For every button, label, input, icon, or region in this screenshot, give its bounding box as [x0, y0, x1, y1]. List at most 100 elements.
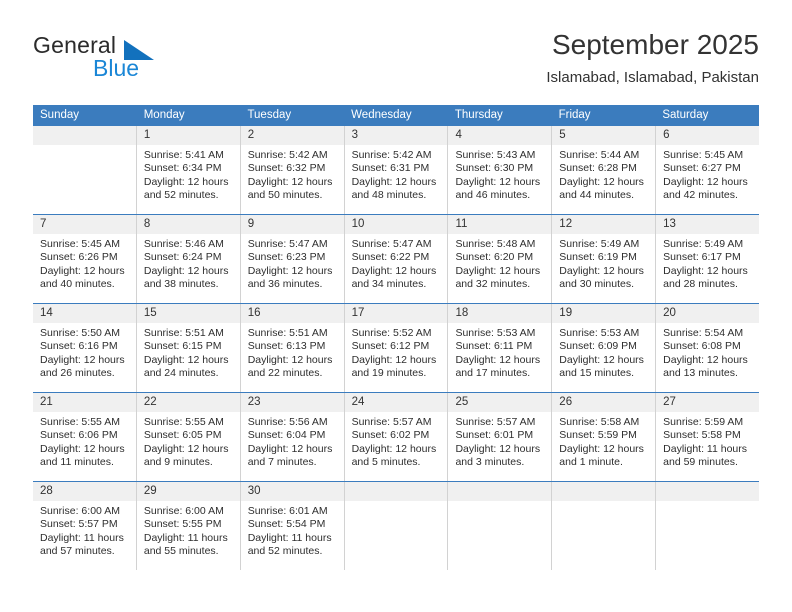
- sunset-text: Sunset: 5:55 PM: [143, 518, 222, 531]
- sunrise-text: Sunrise: 5:49 AM: [663, 238, 744, 250]
- calendar-day-cell[interactable]: 6 Sunrise: 5:45 AM Sunset: 6:27 PM Daylight…: [655, 126, 760, 214]
- sunset-text: Sunset: 6:28 PM: [559, 162, 637, 175]
- daylight-text-line1: Daylight: 12 hours: [351, 353, 437, 366]
- daylight-text-line2: and 22 minutes.: [247, 367, 323, 380]
- weekday-header-friday: Friday: [558, 109, 591, 121]
- calendar-day-cell[interactable]: 24 Sunrise: 5:57 AM Sunset: 6:02 PM Dayligh…: [343, 393, 448, 481]
- calendar-day-cell[interactable]: 17 Sunrise: 5:52 AM Sunset: 6:12 PM Dayligh…: [343, 304, 448, 392]
- daylight-text-line1: Daylight: 12 hours: [143, 264, 229, 277]
- day-number: 9: [240, 215, 344, 234]
- day-number: 15: [136, 304, 240, 323]
- sunrise-text: Sunrise: 5:49 AM: [559, 238, 640, 250]
- day-details: Sunrise: 5:42 AM Sunset: 6:31 PM Daylight:…: [345, 145, 448, 203]
- calendar-day-cell[interactable]: 26 Sunrise: 5:58 AM Sunset: 5:59 PM Dayligh…: [551, 393, 656, 481]
- day-details: Sunrise: 5:43 AM Sunset: 6:30 PM Daylight:…: [448, 145, 551, 203]
- day-details: Sunrise: 5:57 AM Sunset: 6:01 PM Daylight:…: [448, 412, 551, 470]
- daylight-text-line2: and 52 minutes.: [143, 189, 219, 202]
- calendar-day-cell[interactable]: 21 Sunrise: 5:55 AM Sunset: 6:06 PM Dayligh…: [33, 393, 136, 481]
- calendar-day-cell[interactable]: 3 Sunrise: 5:42 AM Sunset: 6:31 PM Daylight…: [343, 126, 448, 214]
- sunset-text: Sunset: 6:16 PM: [40, 340, 118, 353]
- calendar-day-cell[interactable]: 4 Sunrise: 5:43 AM Sunset: 6:30 PM Daylight…: [447, 126, 552, 214]
- sunset-text: Sunset: 6:24 PM: [143, 251, 222, 264]
- daylight-text-line2: and 7 minutes.: [247, 456, 317, 469]
- sunset-text: Sunset: 6:26 PM: [40, 251, 118, 264]
- calendar-day-cell[interactable]: 11 Sunrise: 5:48 AM Sunset: 6:20 PM Dayligh…: [447, 215, 552, 303]
- calendar-day-cell[interactable]: 25 Sunrise: 5:57 AM Sunset: 6:01 PM Dayligh…: [447, 393, 552, 481]
- sunrise-text: Sunrise: 5:45 AM: [40, 238, 120, 250]
- day-number: 14: [33, 304, 136, 323]
- daylight-text-line2: and 3 minutes.: [455, 456, 525, 469]
- day-details: Sunrise: 5:51 AM Sunset: 6:13 PM Daylight:…: [241, 323, 344, 381]
- calendar-day-cell[interactable]: 10 Sunrise: 5:47 AM Sunset: 6:22 PM Dayligh…: [343, 215, 448, 303]
- day-number: 20: [656, 304, 760, 323]
- calendar-day-cell[interactable]: 15 Sunrise: 5:51 AM Sunset: 6:15 PM Dayligh…: [135, 304, 240, 392]
- day-number: 25: [448, 393, 552, 412]
- page-title: September 2025: [551, 29, 759, 60]
- sunset-text: Sunset: 5:54 PM: [247, 518, 326, 531]
- calendar-day-cell[interactable]: 22 Sunrise: 5:55 AM Sunset: 6:05 PM Dayligh…: [135, 393, 240, 481]
- calendar-day-cell[interactable]: 8 Sunrise: 5:46 AM Sunset: 6:24 PM Daylight…: [135, 215, 240, 303]
- day-number: 6: [656, 126, 760, 145]
- daylight-text-line1: Daylight: 12 hours: [40, 442, 125, 455]
- day-number: 27: [656, 393, 760, 412]
- daylight-text-line2: and 11 minutes.: [40, 456, 114, 469]
- calendar-day-cell[interactable]: 28 Sunrise: 6:00 AM Sunset: 5:57 PM Dayligh…: [33, 482, 136, 570]
- sunset-text: Sunset: 6:15 PM: [143, 340, 222, 353]
- calendar-day-cell[interactable]: 13 Sunrise: 5:49 AM Sunset: 6:17 PM Dayligh…: [655, 215, 760, 303]
- calendar-day-cell[interactable]: 12 Sunrise: 5:49 AM Sunset: 6:19 PM Dayligh…: [551, 215, 656, 303]
- calendar-day-cell[interactable]: 9 Sunrise: 5:47 AM Sunset: 6:23 PM Daylight…: [239, 215, 344, 303]
- daylight-text-line1: Daylight: 11 hours: [40, 531, 124, 544]
- daylight-text-line1: Daylight: 11 hours: [247, 531, 332, 544]
- daylight-text-line2: and 26 minutes.: [40, 367, 115, 380]
- day-details: Sunrise: 5:50 AM Sunset: 6:16 PM Daylight:…: [33, 323, 136, 381]
- daylight-text-line2: and 59 minutes.: [663, 456, 738, 469]
- calendar-day-cell[interactable]: 30 Sunrise: 6:01 AM Sunset: 5:54 PM Dayligh…: [239, 482, 344, 570]
- calendar-day-cell[interactable]: 19 Sunrise: 5:53 AM Sunset: 6:09 PM Dayligh…: [551, 304, 656, 392]
- daylight-text-line2: and 13 minutes.: [663, 367, 738, 380]
- calendar-grid: Sunday Monday Tuesday Wednesday Thursday…: [33, 105, 760, 570]
- sunrise-text: Sunrise: 5:45 AM: [663, 149, 744, 161]
- sunrise-text: Sunrise: 5:51 AM: [143, 327, 224, 339]
- weekday-header-saturday: Saturday: [662, 109, 709, 121]
- calendar-day-cell[interactable]: 14 Sunrise: 5:50 AM Sunset: 6:16 PM Dayligh…: [33, 304, 136, 392]
- daylight-text-line1: Daylight: 12 hours: [559, 442, 644, 455]
- daylight-text-line2: and 36 minutes.: [247, 278, 323, 291]
- sunrise-text: Sunrise: 5:48 AM: [455, 238, 536, 250]
- day-number: 26: [552, 393, 656, 412]
- sunrise-text: Sunrise: 5:42 AM: [247, 149, 328, 161]
- daylight-text-line2: and 9 minutes.: [143, 456, 213, 469]
- calendar-day-cell[interactable]: 27 Sunrise: 5:59 AM Sunset: 5:58 PM Dayligh…: [655, 393, 760, 481]
- location-subtitle: Islamabad, Islamabad, Pakistan: [546, 69, 759, 86]
- sunset-text: Sunset: 6:09 PM: [559, 340, 637, 353]
- sunset-text: Sunset: 6:04 PM: [247, 429, 326, 442]
- sunset-text: Sunset: 6:27 PM: [663, 162, 741, 175]
- calendar-day-cell[interactable]: 1 Sunrise: 5:41 AM Sunset: 6:34 PM Daylight…: [135, 126, 240, 214]
- calendar-day-cell[interactable]: 23 Sunrise: 5:56 AM Sunset: 6:04 PM Dayligh…: [239, 393, 344, 481]
- calendar-page: General Blue September 2025 Islamabad, I…: [0, 0, 792, 612]
- calendar-week-row: 14 Sunrise: 5:50 AM Sunset: 6:16 PM Dayligh…: [33, 303, 760, 392]
- day-number: 23: [240, 393, 344, 412]
- calendar-week-row: 21 Sunrise: 5:55 AM Sunset: 6:06 PM Dayligh…: [33, 392, 760, 481]
- day-details: Sunrise: 5:44 AM Sunset: 6:28 PM Daylight:…: [552, 145, 655, 203]
- weekday-header-sunday: Sunday: [40, 109, 80, 121]
- calendar-day-cell-empty: [551, 482, 656, 570]
- calendar-day-cell[interactable]: 16 Sunrise: 5:51 AM Sunset: 6:13 PM Dayligh…: [239, 304, 344, 392]
- calendar-day-cell[interactable]: 18 Sunrise: 5:53 AM Sunset: 6:11 PM Dayligh…: [447, 304, 552, 392]
- day-number: [448, 482, 552, 501]
- daylight-text-line2: and 24 minutes.: [143, 367, 219, 380]
- calendar-day-cell[interactable]: 2 Sunrise: 5:42 AM Sunset: 6:32 PM Daylight…: [239, 126, 344, 214]
- daylight-text-line2: and 42 minutes.: [663, 189, 738, 202]
- day-details: Sunrise: 5:57 AM Sunset: 6:02 PM Daylight:…: [345, 412, 448, 470]
- calendar-day-cell[interactable]: 5 Sunrise: 5:44 AM Sunset: 6:28 PM Daylight…: [551, 126, 656, 214]
- daylight-text-line1: Daylight: 12 hours: [247, 442, 333, 455]
- weekday-header-monday: Monday: [143, 109, 185, 121]
- calendar-day-cell[interactable]: 20 Sunrise: 5:54 AM Sunset: 6:08 PM Dayligh…: [655, 304, 760, 392]
- calendar-day-cell[interactable]: 29 Sunrise: 6:00 AM Sunset: 5:55 PM Dayligh…: [135, 482, 240, 570]
- daylight-text-line2: and 48 minutes.: [351, 189, 427, 202]
- day-number: 7: [33, 215, 136, 234]
- calendar-day-cell[interactable]: 7 Sunrise: 5:45 AM Sunset: 6:26 PM Daylight…: [33, 215, 136, 303]
- generalblue-logo[interactable]: General Blue: [33, 32, 253, 84]
- sunrise-text: Sunrise: 5:44 AM: [559, 149, 640, 161]
- sunset-text: Sunset: 6:32 PM: [247, 162, 326, 175]
- day-number: 28: [33, 482, 136, 501]
